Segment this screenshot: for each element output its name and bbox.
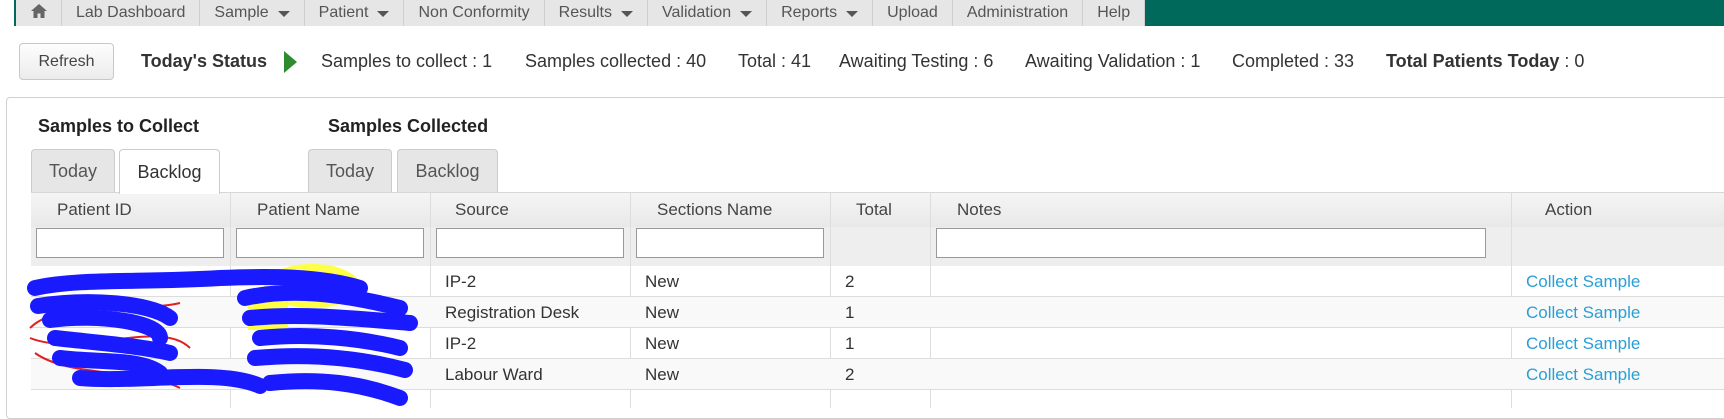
cell-total: 1 <box>845 334 855 353</box>
top-nav-bar: Lab Dashboard Sample Patient Non Conform… <box>0 0 1724 26</box>
collect-sample-link[interactable]: Collect Sample <box>1526 272 1640 292</box>
nav-results[interactable]: Results <box>544 0 648 26</box>
nav-reports[interactable]: Reports <box>767 0 874 26</box>
stat-completed: Completed : 33 <box>1232 51 1355 71</box>
stat-total-patients-value: : 0 <box>1559 51 1585 71</box>
refresh-button[interactable]: Refresh <box>19 43 114 80</box>
col-patient-id[interactable]: Patient ID <box>57 192 132 227</box>
stat-samples-to-collect: Samples to collect : 1 <box>321 51 493 71</box>
nav-administration[interactable]: Administration <box>952 0 1084 26</box>
caret-down-icon <box>377 11 390 17</box>
col-source[interactable]: Source <box>455 192 509 227</box>
nav-label: Lab Dashboard <box>76 4 186 21</box>
stat-awaiting-testing: Awaiting Testing : 6 <box>839 51 994 71</box>
home-icon <box>30 3 48 24</box>
nav-label: Administration <box>966 4 1069 21</box>
nav-patient[interactable]: Patient <box>304 0 405 26</box>
nav-sample[interactable]: Sample <box>200 0 305 26</box>
nav-label: Help <box>1097 4 1131 21</box>
nav-label: Results <box>558 4 612 21</box>
collect-sample-link[interactable]: Collect Sample <box>1526 365 1640 385</box>
status-title: Today's Status <box>141 51 267 71</box>
cell-total: 1 <box>845 303 855 322</box>
tab-collected-backlog[interactable]: Backlog <box>397 149 498 193</box>
filter-sections-name[interactable] <box>636 228 824 258</box>
cell-section: New <box>645 272 680 291</box>
col-patient-name[interactable]: Patient Name <box>257 192 360 227</box>
play-arrow-icon <box>284 51 297 73</box>
caret-down-icon <box>277 11 290 17</box>
cell-total: 2 <box>845 365 855 384</box>
nav-upload[interactable]: Upload <box>873 0 953 26</box>
cell-section: New <box>645 303 680 322</box>
tab-collected-today[interactable]: Today <box>308 149 392 193</box>
nav-validation[interactable]: Validation <box>648 0 768 26</box>
nav-label: Upload <box>887 4 938 21</box>
collect-sample-link[interactable]: Collect Sample <box>1526 334 1640 354</box>
cell-source: Registration Desk <box>445 303 580 322</box>
main-menu: Lab Dashboard Sample Patient Non Conform… <box>16 0 1146 26</box>
nav-label: Non Conformity <box>418 4 530 21</box>
filter-notes[interactable] <box>936 228 1486 258</box>
redaction-scribble <box>27 264 418 406</box>
cell-section: New <box>645 334 680 353</box>
stat-samples-collected: Samples collected : 40 <box>525 51 707 71</box>
stat-awaiting-validation: Awaiting Validation : 1 <box>1025 51 1201 71</box>
caret-down-icon <box>846 11 859 17</box>
cell-source: IP-2 <box>445 272 477 291</box>
cell-source: Labour Ward <box>445 365 543 384</box>
filter-patient-name[interactable] <box>236 228 424 258</box>
cell-section: New <box>645 365 680 384</box>
nav-label: Validation <box>662 4 732 21</box>
nav-lab-dashboard[interactable]: Lab Dashboard <box>62 0 201 26</box>
caret-down-icon <box>740 11 753 17</box>
col-notes[interactable]: Notes <box>957 192 1001 227</box>
tab-to-collect-backlog[interactable]: Backlog <box>119 149 220 194</box>
stat-total-patients-label: Total Patients Today <box>1386 51 1560 71</box>
stat-total-patients: Total Patients Today : 0 <box>1386 51 1584 72</box>
nav-non-conformity[interactable]: Non Conformity <box>404 0 545 26</box>
filter-source[interactable] <box>436 228 624 258</box>
nav-label: Sample <box>214 4 269 21</box>
home-button[interactable] <box>16 0 62 26</box>
caret-down-icon <box>621 11 633 17</box>
collect-sample-link[interactable]: Collect Sample <box>1526 303 1640 323</box>
samples-collected-title: Samples Collected <box>328 116 489 136</box>
tab-to-collect-today[interactable]: Today <box>31 149 115 193</box>
samples-to-collect-title: Samples to Collect <box>38 116 200 136</box>
nav-label: Reports <box>781 4 838 21</box>
col-action[interactable]: Action <box>1545 192 1592 227</box>
cell-source: IP-2 <box>445 334 477 353</box>
nav-label: Patient <box>318 4 369 21</box>
col-total[interactable]: Total <box>856 192 892 227</box>
stat-total: Total : 41 <box>738 51 812 71</box>
filter-patient-id[interactable] <box>36 228 224 258</box>
cell-total: 2 <box>845 272 855 291</box>
col-sections-name[interactable]: Sections Name <box>657 192 772 227</box>
nav-left-spacer <box>0 0 14 26</box>
nav-help[interactable]: Help <box>1083 0 1146 26</box>
